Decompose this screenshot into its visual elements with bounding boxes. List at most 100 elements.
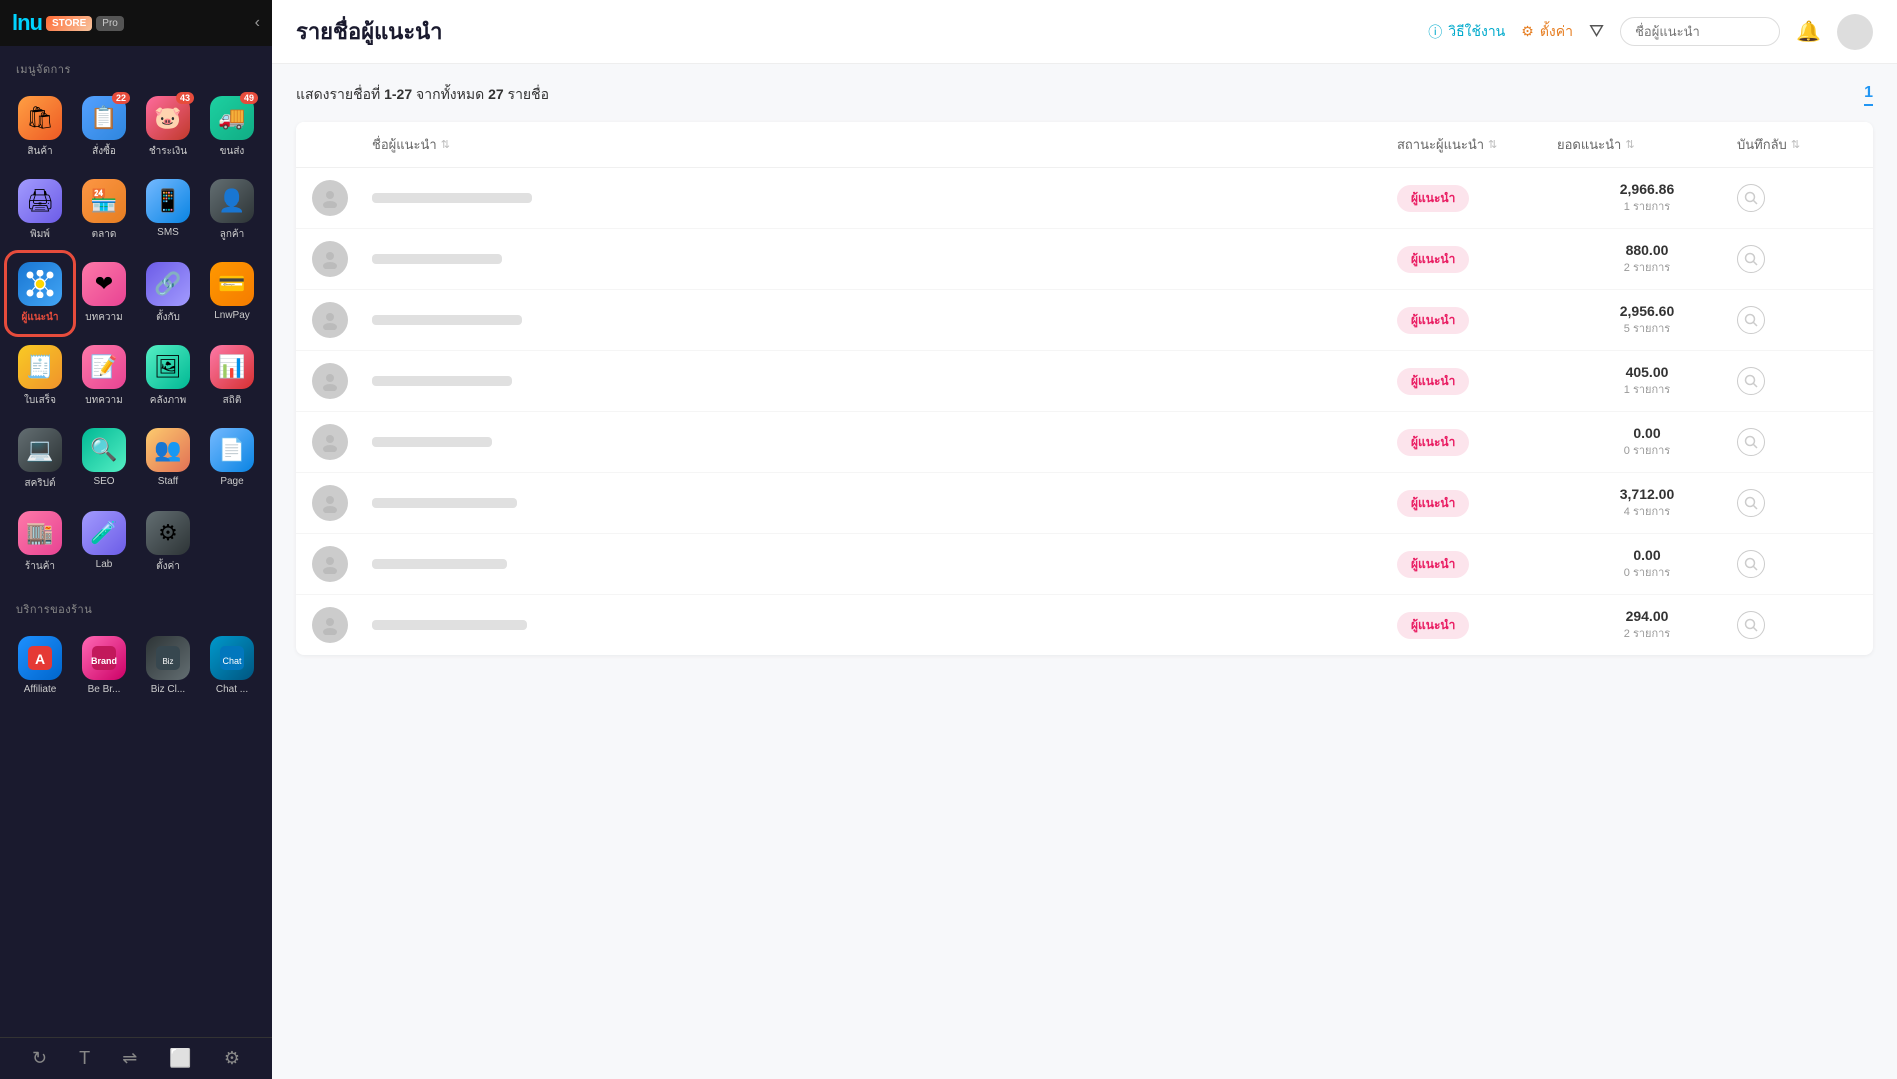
- sidebar-item-lnwpay[interactable]: 💳 LnwPay: [202, 254, 262, 333]
- sidebar-item-gallery[interactable]: 🖼 คลังภาพ: [138, 337, 198, 416]
- row-name-6: [372, 559, 1397, 569]
- payment-badge: 43: [176, 92, 194, 104]
- sidebar-item-affiliate[interactable]: A Affiliate: [10, 628, 70, 703]
- brand-icon: Brand: [82, 636, 126, 680]
- seo-icon: 🔍: [82, 428, 126, 472]
- search-detail-icon-2[interactable]: [1737, 306, 1765, 334]
- notification-bell-icon[interactable]: 🔔: [1796, 19, 1821, 44]
- row-avatar-0: [312, 180, 372, 216]
- chat-label: Chat ...: [216, 684, 248, 695]
- help-button[interactable]: ⓘ วิธีใช้งาน: [1428, 21, 1505, 43]
- table-row: ผู้แนะนำ 880.00 2 รายการ: [296, 229, 1873, 290]
- pagination-number[interactable]: 1: [1864, 84, 1873, 106]
- sidebar-item-affiliate-main[interactable]: ผู้แนะนำ: [10, 254, 70, 333]
- product-icon: 🛍: [18, 96, 62, 140]
- sidebar-item-blog[interactable]: 📝 บทความ: [74, 337, 134, 416]
- sidebar-item-print[interactable]: 🖨 พิมพ์: [10, 171, 70, 250]
- search-detail-icon-5[interactable]: [1737, 489, 1765, 517]
- shipping-icon: 🚚 49: [210, 96, 254, 140]
- search-detail-icon-4[interactable]: [1737, 428, 1765, 456]
- sidebar-item-lab[interactable]: 🧪 Lab: [74, 503, 134, 582]
- search-detail-icon-0[interactable]: [1737, 184, 1765, 212]
- order-badge: 22: [112, 92, 130, 104]
- refresh-icon[interactable]: ↻: [32, 1048, 47, 1069]
- stat-label: สถิติ: [223, 393, 242, 408]
- sidebar-item-bizclass[interactable]: Biz Biz Cl...: [138, 628, 198, 703]
- table-row: ผู้แนะนำ 3,712.00 4 รายการ: [296, 473, 1873, 534]
- search-detail-icon-3[interactable]: [1737, 367, 1765, 395]
- sidebar-item-customer[interactable]: 👤 ลูกค้า: [202, 171, 262, 250]
- name-bar-4: [372, 437, 492, 447]
- row-status-6: ผู้แนะนำ: [1397, 551, 1557, 578]
- page-label: Page: [220, 476, 243, 487]
- sidebar-item-order[interactable]: 📋 22 สั่งซื้อ: [74, 88, 134, 167]
- col-status-header: สถานะผู้แนะนำ ⇅: [1397, 134, 1557, 155]
- row-avatar-6: [312, 546, 372, 582]
- row-name-1: [372, 254, 1397, 264]
- bizclass-label: Biz Cl...: [151, 684, 185, 695]
- receipt-label: ใบเสร็จ: [24, 393, 56, 408]
- market-label: ตลาด: [92, 227, 117, 242]
- row-avatar-5: [312, 485, 372, 521]
- receipt-icon: 🧾: [18, 345, 62, 389]
- sidebar-item-product[interactable]: 🛍 สินค้า: [10, 88, 70, 167]
- content-area: แสดงรายชื่อที่ 1-27 จากทั้งหมด 27 รายชื่…: [272, 64, 1897, 1079]
- payment-label: ชำระเงิน: [149, 144, 187, 159]
- swap-icon[interactable]: ⇌: [122, 1048, 137, 1069]
- col-name-sort-icon[interactable]: ⇅: [441, 138, 450, 151]
- sidebar-item-chat[interactable]: Chat Chat ...: [202, 628, 262, 703]
- sidebar-item-staff[interactable]: 👥 Staff: [138, 420, 198, 499]
- sidebar-item-settings[interactable]: ⚙ ตั้งค่า: [138, 503, 198, 582]
- search-detail-icon-6[interactable]: [1737, 550, 1765, 578]
- sidebar-item-shop[interactable]: 🏬 ร้านค้า: [10, 503, 70, 582]
- row-amount-4: 0.00 0 รายการ: [1557, 425, 1737, 459]
- search-detail-icon-7[interactable]: [1737, 611, 1765, 639]
- sidebar-item-together[interactable]: 🔗 ตั้งกับ: [138, 254, 198, 333]
- name-bar-7: [372, 620, 527, 630]
- sidebar-item-page[interactable]: 📄 Page: [202, 420, 262, 499]
- gear-icon[interactable]: ⚙: [224, 1048, 240, 1069]
- sidebar-item-brand[interactable]: Brand Be Br...: [74, 628, 134, 703]
- amount-value-2: 2,956.60: [1557, 303, 1737, 319]
- col-note-sort-icon[interactable]: ⇅: [1791, 138, 1800, 151]
- sidebar-item-stat[interactable]: 📊 สถิติ: [202, 337, 262, 416]
- amount-value-5: 3,712.00: [1557, 486, 1737, 502]
- table-row: ผู้แนะนำ 294.00 2 รายการ: [296, 595, 1873, 655]
- sidebar-item-receipt[interactable]: 🧾 ใบเสร็จ: [10, 337, 70, 416]
- sidebar-item-script[interactable]: 💻 สคริปต์: [10, 420, 70, 499]
- text-icon[interactable]: T: [79, 1048, 90, 1069]
- amount-value-3: 405.00: [1557, 364, 1737, 380]
- name-bar-2: [372, 315, 522, 325]
- col-status-sort-icon[interactable]: ⇅: [1488, 138, 1497, 151]
- name-bar-5: [372, 498, 517, 508]
- amount-value-6: 0.00: [1557, 547, 1737, 563]
- fullscreen-icon[interactable]: ⬜: [169, 1048, 191, 1069]
- col-amount-sort-icon[interactable]: ⇅: [1625, 138, 1634, 151]
- user-avatar[interactable]: [1837, 14, 1873, 50]
- filter-icon[interactable]: ⛛: [1589, 21, 1604, 42]
- search-input[interactable]: [1620, 17, 1780, 46]
- topbar: รายชื่อผู้แนะนำ ⓘ วิธีใช้งาน ⚙ ตั้งค่า ⛛…: [272, 0, 1897, 64]
- sidebar-item-review[interactable]: ❤ บทความ: [74, 254, 134, 333]
- items-count-3: 1 รายการ: [1557, 380, 1737, 398]
- sidebar-item-sms[interactable]: 📱 SMS: [138, 171, 198, 250]
- settings-button[interactable]: ⚙ ตั้งค่า: [1521, 21, 1573, 43]
- sidebar-item-shipping[interactable]: 🚚 49 ขนส่ง: [202, 88, 262, 167]
- row-name-3: [372, 376, 1397, 386]
- row-status-0: ผู้แนะนำ: [1397, 185, 1557, 212]
- sidebar-item-market[interactable]: 🏪 ตลาด: [74, 171, 134, 250]
- name-bar-1: [372, 254, 502, 264]
- items-count-0: 1 รายการ: [1557, 197, 1737, 215]
- row-note-2: [1737, 306, 1857, 334]
- name-bar-0: [372, 193, 532, 203]
- items-count-2: 5 รายการ: [1557, 319, 1737, 337]
- brand-label: Be Br...: [88, 684, 121, 695]
- collapse-button[interactable]: ‹: [255, 14, 260, 32]
- row-amount-7: 294.00 2 รายการ: [1557, 608, 1737, 642]
- sidebar-item-payment[interactable]: 🐷 43 ชำระเงิน: [138, 88, 198, 167]
- row-amount-1: 880.00 2 รายการ: [1557, 242, 1737, 276]
- col-note-label: บันทึกลับ: [1737, 134, 1787, 155]
- sidebar-item-seo[interactable]: 🔍 SEO: [74, 420, 134, 499]
- row-amount-3: 405.00 1 รายการ: [1557, 364, 1737, 398]
- search-detail-icon-1[interactable]: [1737, 245, 1765, 273]
